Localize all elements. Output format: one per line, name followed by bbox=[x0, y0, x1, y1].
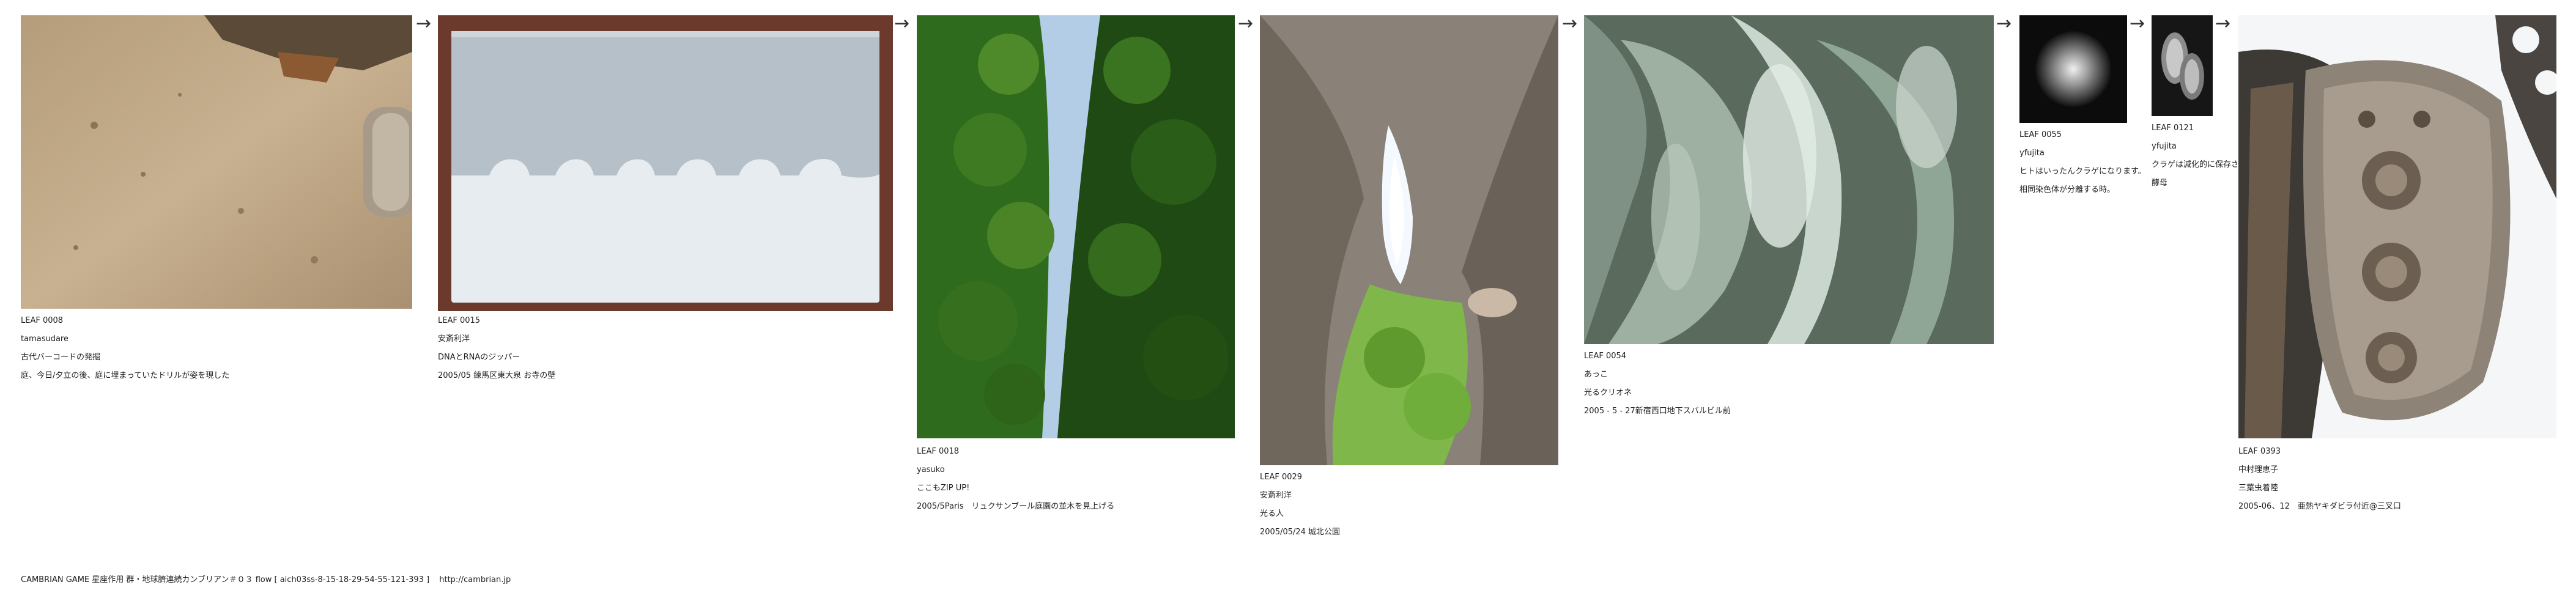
leaf-note: 2005/05 練馬区東大泉 お寺の壁 bbox=[438, 371, 556, 380]
leaf-id[interactable]: LEAF 0393 bbox=[2238, 443, 2556, 461]
arrow-icon: → bbox=[1562, 13, 1578, 34]
leaf-photo-0029[interactable] bbox=[1260, 15, 1558, 465]
leaf-photo-0055[interactable] bbox=[2019, 15, 2127, 123]
leaf-note: 酵母 bbox=[2152, 179, 2168, 188]
leaf-title: ヒトはいったんクラゲになります。 bbox=[2019, 167, 2146, 176]
leaf-title: 三葉虫着陸 bbox=[2238, 484, 2279, 493]
leaf-id[interactable]: LEAF 0008 bbox=[21, 312, 241, 330]
leaf-note: 相同染色体が分離する時。 bbox=[2019, 185, 2115, 194]
leaf-author[interactable]: yasuko bbox=[917, 461, 1235, 479]
leaf-author[interactable]: 安斎利洋 bbox=[1260, 487, 1553, 505]
arrow-icon: → bbox=[1238, 13, 1254, 34]
leaf-meta: LEAF 0393 中村理恵子 三葉虫着陸 2005-06、12 亜熱ヤキダビラ… bbox=[2238, 443, 2556, 516]
footer-link[interactable]: http://cambrian.jp bbox=[439, 575, 511, 584]
leaf-meta: LEAF 0055 yfujita ヒトはいったんクラゲになります。 相同染色体… bbox=[2019, 126, 2146, 199]
leaf-meta: LEAF 0054 あっこ 光るクリオネ 2005 - 5 - 27新宿西口地下… bbox=[1584, 347, 1841, 421]
leaf-title: ここもZIP UP! bbox=[917, 484, 970, 493]
leaf-note: 庭、今日/夕立の後、庭に埋まっていたドリルが姿を現した bbox=[21, 371, 230, 380]
leaf-title: DNAとRNAのジッパー bbox=[438, 353, 520, 362]
leaf-author[interactable]: yfujita bbox=[2152, 138, 2237, 156]
leaf-meta: LEAF 0121 yfujita クラゲは減化的に保存さ 酵母 bbox=[2152, 119, 2237, 193]
arrow-icon: → bbox=[416, 13, 432, 34]
arrow-icon: → bbox=[2130, 13, 2145, 34]
leaf-note: 2005 - 5 - 27新宿西口地下スバルビル前 bbox=[1584, 407, 1731, 416]
leaf-id[interactable]: LEAF 0121 bbox=[2152, 119, 2237, 138]
leaf-id[interactable]: LEAF 0054 bbox=[1584, 347, 1841, 366]
leaf-author[interactable]: yfujita bbox=[2019, 144, 2142, 163]
leaf-note: 2005/05/24 城北公園 bbox=[1260, 528, 1341, 537]
leaf-photo-0008[interactable] bbox=[21, 15, 412, 309]
arrow-icon: → bbox=[1996, 13, 2012, 34]
leaf-author[interactable]: tamasudare bbox=[21, 330, 241, 348]
site-footer: CAMBRIAN GAME 星座作用 群・地球臍連続カンブリアン＃０３ flow… bbox=[21, 573, 511, 584]
leaf-photo-0121[interactable] bbox=[2152, 15, 2213, 116]
leaf-id[interactable]: LEAF 0015 bbox=[438, 312, 695, 330]
leaf-meta: LEAF 0018 yasuko ここもZIP UP! 2005/5Paris … bbox=[917, 443, 1235, 516]
arrow-icon: → bbox=[2215, 13, 2231, 34]
leaf-id[interactable]: LEAF 0055 bbox=[2019, 126, 2142, 144]
leaf-note: 2005/5Paris リュクサンブール庭園の並木を見上げる bbox=[917, 502, 1115, 511]
leaf-title: 光るクリオネ bbox=[1584, 388, 1632, 397]
arrow-icon: → bbox=[894, 13, 910, 34]
leaf-author[interactable]: 安斎利洋 bbox=[438, 330, 695, 348]
footer-text: CAMBRIAN GAME 星座作用 群・地球臍連続カンブリアン＃０３ flow… bbox=[21, 575, 430, 584]
leaf-author[interactable]: あっこ bbox=[1584, 366, 1841, 384]
leaf-title: クラゲは減化的に保存さ bbox=[2152, 160, 2237, 169]
leaf-meta: LEAF 0008 tamasudare 古代バーコードの発掘 庭、今日/夕立の… bbox=[21, 312, 241, 381]
leaf-photo-0393[interactable] bbox=[2238, 15, 2556, 438]
leaf-title: 古代バーコードの発掘 bbox=[21, 353, 101, 362]
leaf-author[interactable]: 中村理恵子 bbox=[2238, 461, 2556, 479]
leaf-id[interactable]: LEAF 0018 bbox=[917, 443, 1235, 461]
leaf-photo-0054[interactable] bbox=[1584, 15, 1994, 344]
leaf-id[interactable]: LEAF 0029 bbox=[1260, 468, 1553, 487]
leaf-meta: LEAF 0029 安斎利洋 光る人 2005/05/24 城北公園 bbox=[1260, 468, 1553, 542]
leaf-photo-0015[interactable] bbox=[438, 15, 893, 311]
leaf-title: 光る人 bbox=[1260, 509, 1284, 518]
leaf-meta: LEAF 0015 安斎利洋 DNAとRNAのジッパー 2005/05 練馬区東… bbox=[438, 312, 695, 385]
leaf-note: 2005-06、12 亜熱ヤキダビラ付近@三叉口 bbox=[2238, 502, 2401, 511]
leaf-photo-0018[interactable] bbox=[917, 15, 1235, 438]
